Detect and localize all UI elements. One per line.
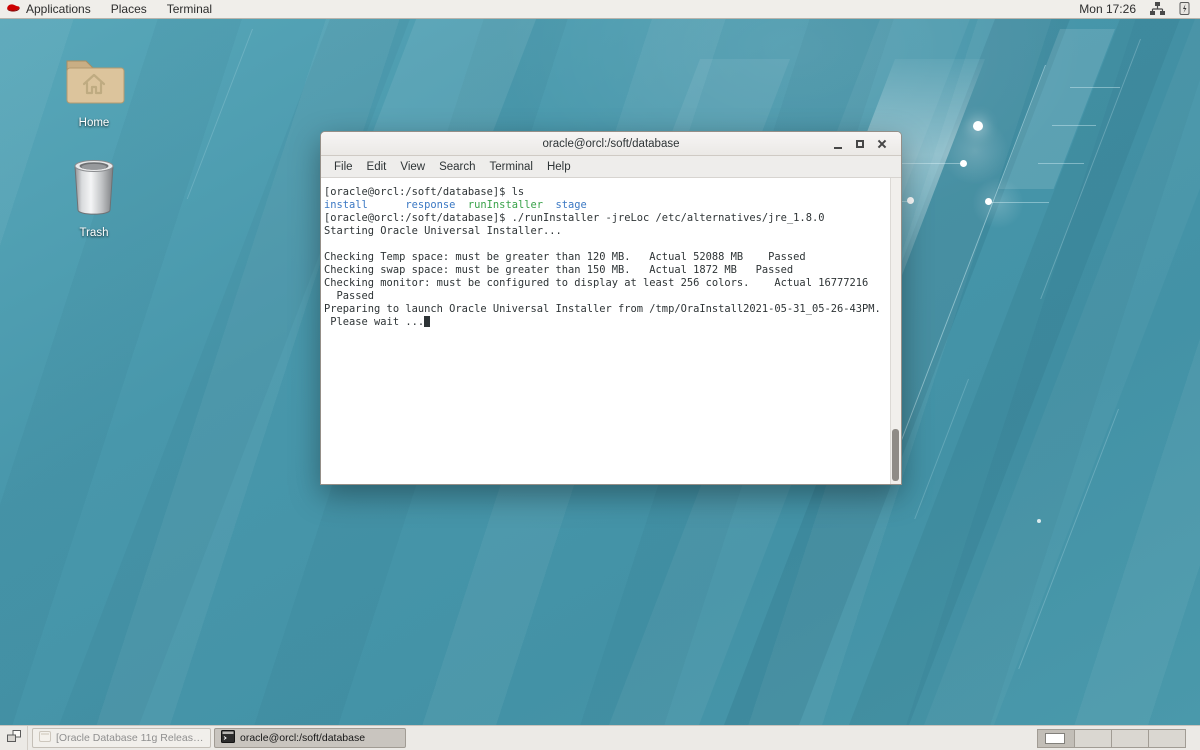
places-menu[interactable]: Places <box>101 0 157 18</box>
terminal-menu[interactable]: Terminal <box>157 0 222 18</box>
show-desktop-button[interactable] <box>0 726 28 750</box>
workspace-1[interactable] <box>1038 730 1074 747</box>
workspace-2[interactable] <box>1075 730 1111 747</box>
window-title: oracle@orcl:/soft/database <box>543 138 680 150</box>
workspace-switcher <box>1037 729 1186 748</box>
terminal-output: [oracle@orcl:/soft/database]$ lsinstall … <box>324 186 888 329</box>
terminal-body[interactable]: [oracle@orcl:/soft/database]$ lsinstall … <box>321 178 901 484</box>
terminal-window: oracle@orcl:/soft/database File Edit Vie… <box>320 131 902 485</box>
power-icon[interactable] <box>1179 1 1190 18</box>
terminal-cursor <box>424 316 430 327</box>
terminal-titlebar[interactable]: oracle@orcl:/soft/database <box>321 132 901 156</box>
trash-icon <box>71 204 117 221</box>
workspace-3[interactable] <box>1112 730 1148 747</box>
menu-edit[interactable]: Edit <box>360 161 394 173</box>
terminal-line: [oracle@orcl:/soft/database]$ ./runInsta… <box>324 212 888 225</box>
show-desktop-icon <box>6 729 22 748</box>
scrollbar-thumb[interactable] <box>892 429 899 481</box>
terminal-line: Checking Temp space: must be greater tha… <box>324 251 888 264</box>
close-button[interactable] <box>871 135 893 153</box>
desktop-icon-trash[interactable]: Trash <box>54 157 134 241</box>
workspace-4[interactable] <box>1149 730 1185 747</box>
desktop-icon-home[interactable]: Home <box>54 53 134 131</box>
terminal-line <box>324 238 888 251</box>
home-folder-icon <box>61 94 127 111</box>
terminal-line: Checking swap space: must be greater tha… <box>324 264 888 277</box>
top-panel: Applications Places Terminal Mon 17:26 <box>0 0 1200 19</box>
close-icon <box>877 139 887 149</box>
minimize-icon <box>834 147 842 149</box>
taskbar-button-terminal[interactable]: oracle@orcl:/soft/database <box>214 728 406 748</box>
terminal-menubar: File Edit View Search Terminal Help <box>321 156 901 178</box>
terminal-icon <box>221 730 235 746</box>
redhat-icon <box>6 1 21 17</box>
applications-menu-label: Applications <box>26 2 91 16</box>
terminal-line: install response runInstaller stage <box>324 199 888 212</box>
terminal-line: Please wait ... <box>324 316 888 329</box>
terminal-line: Starting Oracle Universal Installer... <box>324 225 888 238</box>
taskbar-button-label: [Oracle Database 11g Release 2 Inst… <box>56 732 204 744</box>
window-icon <box>39 731 51 745</box>
maximize-button[interactable] <box>849 135 871 153</box>
places-menu-label: Places <box>111 2 147 16</box>
maximize-icon <box>856 140 864 148</box>
menu-search[interactable]: Search <box>432 161 482 173</box>
terminal-scrollbar[interactable] <box>890 178 901 484</box>
taskbar-button-label: oracle@orcl:/soft/database <box>240 732 365 744</box>
minimize-button[interactable] <box>827 135 849 153</box>
terminal-menu-label: Terminal <box>167 2 212 16</box>
menu-terminal[interactable]: Terminal <box>483 161 540 173</box>
window-list: [Oracle Database 11g Release 2 Inst… ora… <box>28 728 406 748</box>
terminal-line: Passed <box>324 290 888 303</box>
network-icon[interactable] <box>1149 1 1166 18</box>
taskbar-button-oracle-installer[interactable]: [Oracle Database 11g Release 2 Inst… <box>32 728 211 748</box>
desktop-icon-label: Trash <box>80 227 109 239</box>
menu-help[interactable]: Help <box>540 161 578 173</box>
workspace-window-miniature <box>1045 733 1065 744</box>
terminal-line: [oracle@orcl:/soft/database]$ ls <box>324 186 888 199</box>
terminal-line: Preparing to launch Oracle Universal Ins… <box>324 303 888 316</box>
bottom-panel: [Oracle Database 11g Release 2 Inst… ora… <box>0 725 1200 750</box>
terminal-line: Checking monitor: must be configured to … <box>324 277 888 290</box>
clock[interactable]: Mon 17:26 <box>1079 2 1136 16</box>
desktop-icon-label: Home <box>79 117 110 129</box>
menu-view[interactable]: View <box>393 161 432 173</box>
menu-file[interactable]: File <box>327 161 360 173</box>
applications-menu[interactable]: Applications <box>0 0 101 18</box>
